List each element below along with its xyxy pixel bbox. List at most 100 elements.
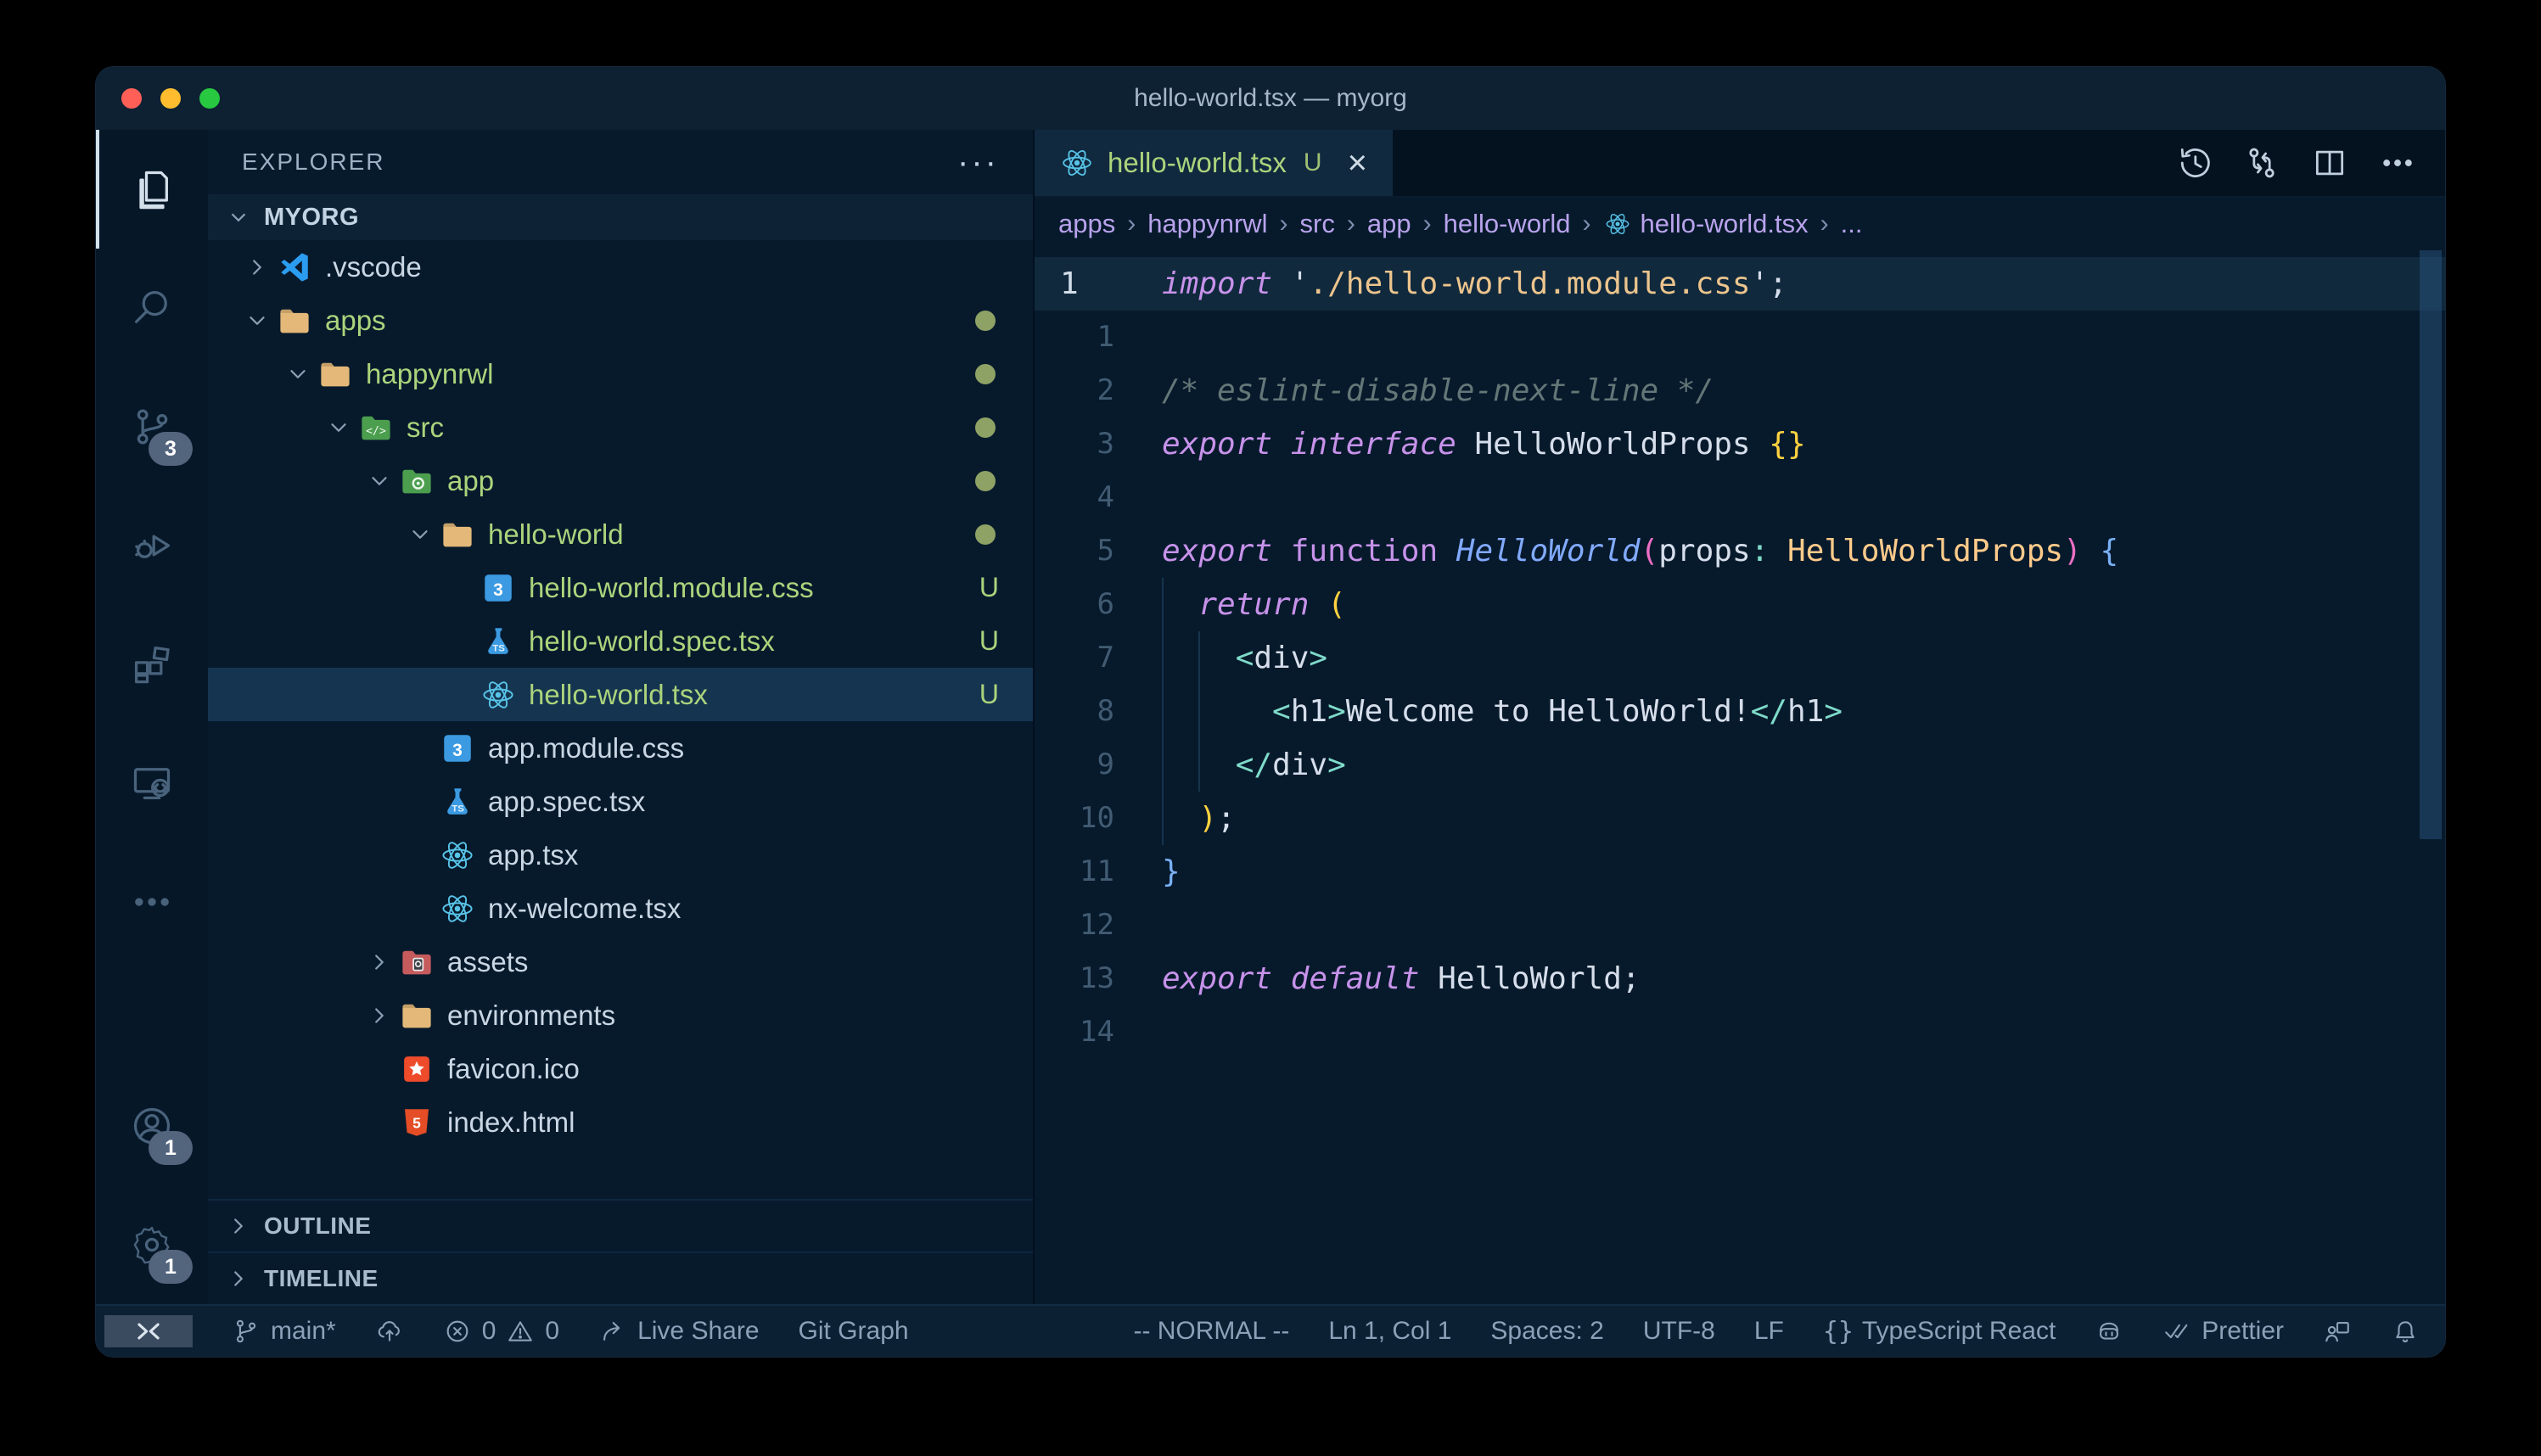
- tree-item-favicon.ico[interactable]: favicon.ico: [208, 1042, 1033, 1095]
- tree-item-environments[interactable]: environments: [208, 988, 1033, 1042]
- tree-item-label: index.html: [447, 1106, 575, 1139]
- activity-accounts[interactable]: 1: [96, 1067, 208, 1185]
- tree-item-app.module.css[interactable]: 3app.module.css: [208, 721, 1033, 775]
- code-line[interactable]: 12: [1035, 899, 2445, 952]
- section-outline[interactable]: OUTLINE: [208, 1199, 1033, 1252]
- tree-item-hello-world.tsx[interactable]: hello-world.tsxU: [208, 668, 1033, 721]
- folder-app-icon: [398, 462, 435, 500]
- status-cursor-position[interactable]: Ln 1, Col 1: [1328, 1317, 1451, 1346]
- code-editor[interactable]: 1import './hello-world.module.css';12/* …: [1035, 250, 2445, 1304]
- cloud-upload-icon: [375, 1317, 404, 1346]
- bell-icon: [2391, 1317, 2420, 1346]
- breadcrumb-hello-world.tsx[interactable]: hello-world.tsx: [1603, 209, 1809, 239]
- code-line[interactable]: 1import './hello-world.module.css';: [1035, 257, 2445, 311]
- breadcrumb-src[interactable]: src: [1300, 209, 1335, 239]
- branch-icon: [232, 1317, 261, 1346]
- tree-item-happynrwl[interactable]: happynrwl: [208, 347, 1033, 400]
- indent-guide: [1162, 631, 1164, 685]
- tree-item-label: .vscode: [325, 251, 422, 283]
- activity-source-control[interactable]: 3: [96, 367, 208, 486]
- code-line[interactable]: 11}: [1035, 845, 2445, 899]
- status-prettier[interactable]: Prettier: [2162, 1317, 2284, 1346]
- status-git-graph[interactable]: Git Graph: [799, 1317, 909, 1346]
- tree-item-app.tsx[interactable]: app.tsx: [208, 828, 1033, 882]
- activity-settings[interactable]: 1: [96, 1185, 208, 1304]
- tree-item-app.spec.tsx[interactable]: TSapp.spec.tsx: [208, 775, 1033, 828]
- status-sync[interactable]: [375, 1317, 404, 1346]
- line-number: 10: [1035, 792, 1162, 845]
- status-live-share[interactable]: Live Share: [598, 1317, 759, 1346]
- status-indentation[interactable]: Spaces: 2: [1490, 1317, 1603, 1346]
- code-line[interactable]: 4: [1035, 471, 2445, 524]
- code-line[interactable]: 14: [1035, 1005, 2445, 1059]
- code-line[interactable]: 3export interface HelloWorldProps {}: [1035, 417, 2445, 471]
- tree-item-src[interactable]: </>src: [208, 400, 1033, 454]
- breadcrumb-symbol-tail[interactable]: ...: [1841, 209, 1863, 239]
- status-copilot[interactable]: [2095, 1317, 2123, 1346]
- section-label: TIMELINE: [264, 1265, 379, 1292]
- svg-text:3: 3: [452, 740, 463, 759]
- breadcrumb-hello-world[interactable]: hello-world: [1444, 209, 1571, 239]
- status-encoding[interactable]: UTF-8: [1643, 1317, 1715, 1346]
- folder-tan-icon: [398, 997, 435, 1034]
- tree-item-apps[interactable]: apps: [208, 294, 1033, 347]
- status-label: LF: [1754, 1317, 1784, 1346]
- section-timeline[interactable]: TIMELINE: [208, 1252, 1033, 1304]
- tree-item-app[interactable]: app: [208, 454, 1033, 507]
- close-tab-icon[interactable]: ×: [1348, 146, 1367, 180]
- status-feedback[interactable]: [2323, 1317, 2352, 1346]
- status-problems[interactable]: 00: [443, 1317, 559, 1346]
- history-icon[interactable]: [2175, 144, 2213, 182]
- editor-scrollbar[interactable]: [2420, 250, 2442, 839]
- activity-search[interactable]: [96, 249, 208, 367]
- code-line[interactable]: 7 <div>: [1035, 631, 2445, 685]
- tree-item-assets[interactable]: assets: [208, 935, 1033, 988]
- git-untracked-badge: U: [979, 625, 999, 657]
- activity-bar: 3 11: [96, 130, 208, 1304]
- react-icon: [1603, 210, 1632, 238]
- split-editor-icon[interactable]: [2311, 144, 2348, 182]
- tree-item-nx-welcome.tsx[interactable]: nx-welcome.tsx: [208, 882, 1033, 935]
- tree-item-hello-world[interactable]: hello-world: [208, 507, 1033, 561]
- activity-remote-explorer[interactable]: [96, 724, 208, 843]
- tree-item-hello-world.module.css[interactable]: 3hello-world.module.cssU: [208, 561, 1033, 614]
- status-git-branch[interactable]: main*: [232, 1317, 336, 1346]
- code-line[interactable]: 8 <h1>Welcome to HelloWorld!</h1>: [1035, 685, 2445, 738]
- more-views-icon: [130, 880, 174, 924]
- workspace-root-row[interactable]: MYORG: [208, 194, 1033, 240]
- run-debug-icon: [130, 524, 174, 568]
- tree-item-hello-world.spec.tsx[interactable]: TShello-world.spec.tsxU: [208, 614, 1033, 668]
- chevron-spacer: [442, 627, 480, 656]
- breadcrumb-happynrwl[interactable]: happynrwl: [1147, 209, 1267, 239]
- status-eol[interactable]: LF: [1754, 1317, 1784, 1346]
- indent-guide: [1198, 631, 1200, 685]
- code-line[interactable]: 10 );: [1035, 792, 2445, 845]
- status-vim-mode[interactable]: -- NORMAL --: [1133, 1317, 1289, 1346]
- activity-more-views[interactable]: [96, 843, 208, 961]
- git-untracked-badge: U: [1304, 148, 1322, 177]
- code-line[interactable]: 6 return (: [1035, 578, 2445, 631]
- tree-item-label: src: [407, 412, 444, 444]
- more-actions-icon[interactable]: [2379, 144, 2416, 182]
- code-line[interactable]: 2/* eslint-disable-next-line */: [1035, 364, 2445, 417]
- code-line[interactable]: 5export function HelloWorld(props: Hello…: [1035, 524, 2445, 578]
- code-line[interactable]: 13export default HelloWorld;: [1035, 952, 2445, 1005]
- code-line[interactable]: 9 </div>: [1035, 738, 2445, 792]
- tab-hello-world-tsx[interactable]: hello-world.tsx U ×: [1035, 130, 1393, 196]
- tree-item-index.html[interactable]: 5index.html: [208, 1095, 1033, 1149]
- breadcrumb-app[interactable]: app: [1367, 209, 1411, 239]
- activity-run-debug[interactable]: [96, 486, 208, 605]
- code-line[interactable]: 1: [1035, 311, 2445, 364]
- chevron-down-icon: [361, 467, 398, 496]
- indent-guide: [1162, 685, 1164, 738]
- activity-explorer[interactable]: [96, 130, 208, 249]
- activity-extensions[interactable]: [96, 605, 208, 724]
- breadcrumb-apps[interactable]: apps: [1058, 209, 1115, 239]
- status-notifications[interactable]: [2391, 1317, 2420, 1346]
- indent-guide: [1198, 685, 1200, 738]
- open-changes-icon[interactable]: [2243, 144, 2280, 182]
- feedback-icon: [2323, 1317, 2352, 1346]
- status-remote-indicator[interactable]: [104, 1315, 193, 1347]
- status-language-mode[interactable]: {}TypeScript React: [1823, 1317, 2056, 1346]
- tree-item-.vscode[interactable]: .vscode: [208, 240, 1033, 294]
